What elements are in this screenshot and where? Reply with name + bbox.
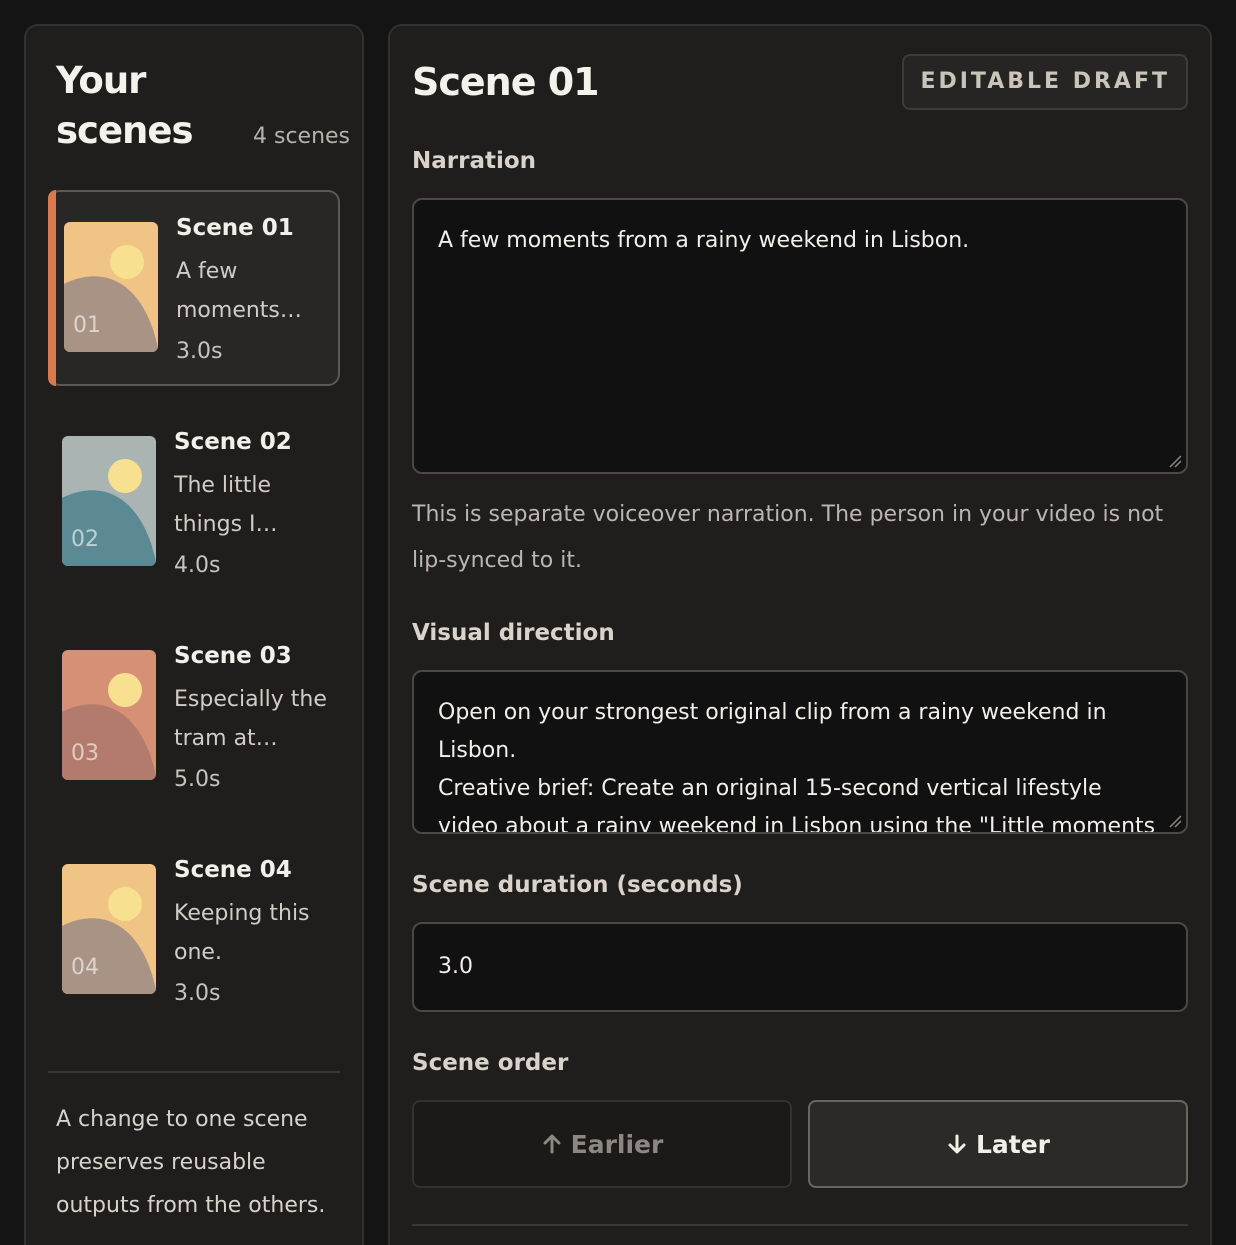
thumb-sun [108,459,142,493]
duration-value: 3.0 [438,954,473,979]
arrow-down-icon [948,1134,966,1154]
scene-number: 04 [71,955,99,980]
sidebar-header: Your scenes 4 scenes [56,56,350,166]
scene-thumbnail: 02 [62,436,156,566]
visual-direction-label: Visual direction [412,620,615,646]
narration-label: Narration [412,148,537,174]
move-earlier-button[interactable]: Earlier [412,1100,792,1188]
duration-label: Scene duration (seconds) [412,872,743,898]
scene-order-label: Scene order [412,1050,569,1076]
scene-duration: 4.0s [174,553,221,578]
scene-title: Scene 03 [174,643,292,669]
narration-textarea[interactable]: A few moments from a rainy weekend in Li… [412,198,1188,474]
later-label: Later [975,1129,1051,1159]
earlier-label: Earlier [570,1129,664,1159]
thumb-sun [108,673,142,707]
scene-title: Scene 02 [174,429,292,455]
scene-count: 4 scenes [253,124,351,149]
scene-title: Scene 01 [176,215,294,241]
scene-thumbnail: 03 [62,650,156,780]
page-title: Scene 01 [412,60,600,104]
thumb-sun [108,887,142,921]
scene-duration: 3.0s [176,339,223,364]
scene-description: A few moments… [176,259,302,323]
scene-card[interactable]: 02 Scene 02 The little things I… 4.0s [48,406,340,602]
scene-title: Scene 04 [174,857,292,883]
visual-direction-textarea[interactable]: Open on your strongest original clip fro… [412,670,1188,834]
sidebar-divider [48,1071,340,1073]
resize-handle-icon[interactable] [1168,454,1182,468]
thumb-sun [110,245,144,279]
scenes-sidebar: Your scenes 4 scenes 01 Scene 01 A few mom… [24,24,364,1245]
scene-description: Especially the tram at… [174,687,327,751]
scene-thumbnail: 04 [62,864,156,994]
resize-handle-icon[interactable] [1168,814,1182,828]
scene-number: 01 [73,313,101,338]
scene-number: 03 [71,741,99,766]
scene-card[interactable]: 01 Scene 01 A few moments… 3.0s [48,190,340,386]
scene-description: Keeping this one. [174,901,310,965]
scene-number: 02 [71,527,99,552]
scene-description: The little things I… [174,473,278,537]
sidebar-title: Your scenes [56,59,194,152]
sidebar-note: A change to one scene preserves reusable… [56,1107,326,1218]
narration-helper-text: This is separate voiceover narration. Th… [412,502,1164,573]
status-badge: EDITABLE DRAFT [902,54,1188,110]
main-divider [412,1224,1188,1226]
scene-card[interactable]: 04 Scene 04 Keeping this one. 3.0s [48,834,340,1030]
scene-duration: 5.0s [174,767,221,792]
narration-text: A few moments from a rainy weekend in Li… [438,228,970,253]
scene-thumbnail: 01 [64,222,158,352]
move-later-button[interactable]: Later [808,1100,1188,1188]
duration-input[interactable]: 3.0 [412,922,1188,1012]
scene-duration: 3.0s [174,981,221,1006]
scene-card[interactable]: 03 Scene 03 Especially the tram at… 5.0s [48,620,340,816]
visual-direction-text: Open on your strongest original clip fro… [438,700,1156,834]
scene-editor: Scene 01 EDITABLE DRAFT Narration A few … [388,24,1212,1245]
arrow-up-icon [543,1134,561,1154]
